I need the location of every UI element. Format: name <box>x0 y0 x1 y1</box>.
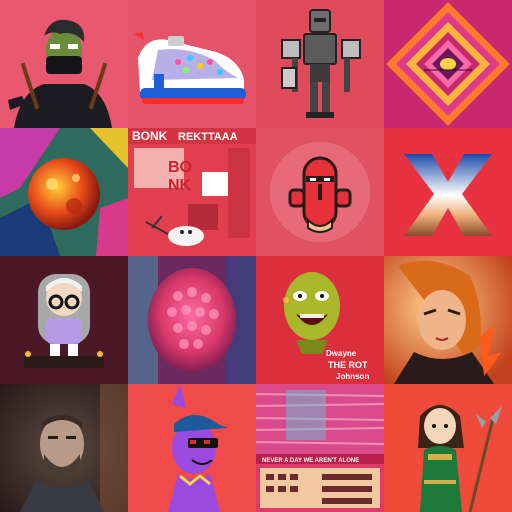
bonk-big-text-1: BO <box>168 159 192 176</box>
ninja-artwork <box>0 0 128 128</box>
gallery-tile-zombie[interactable]: Dwayne THE ROT Johnson <box>256 256 384 384</box>
gallery-tile-warrior[interactable] <box>384 384 512 512</box>
glitch-banner-text: NEVER A DAY WE AREN'T ALONE <box>262 458 359 464</box>
diamond-artwork <box>384 0 512 128</box>
bonk-big-text-2: NK <box>168 177 192 194</box>
zombie-caption-line2: THE ROT <box>328 360 368 370</box>
gallery-tile-diamond[interactable] <box>384 0 512 128</box>
gallery-tile-blob[interactable] <box>128 256 256 384</box>
gallery-tile-x-logo[interactable] <box>384 128 512 256</box>
sneaker-artwork <box>128 0 256 128</box>
gallery-tile-nerd[interactable] <box>0 256 128 384</box>
gallery-tile-creature[interactable] <box>128 384 256 512</box>
bonk-title-left: BONK <box>132 129 168 143</box>
blob-artwork <box>128 256 256 384</box>
gallery-tile-anime-girl[interactable] <box>384 256 512 384</box>
gallery-tile-glitch[interactable]: NEVER A DAY WE AREN'T ALONE <box>256 384 384 512</box>
bonk-artwork: BONK REKTTAAA BO NK <box>128 128 256 256</box>
zombie-caption-line3: Johnson <box>336 372 369 381</box>
robot-artwork <box>256 0 384 128</box>
nft-gallery-grid: BONK REKTTAAA BO NK Dwayne THE ROT Johns… <box>0 0 512 512</box>
warrior-artwork <box>384 384 512 512</box>
gallery-tile-planet[interactable] <box>0 128 128 256</box>
zombie-caption-line1: Dwayne <box>326 349 357 358</box>
x-logo-artwork <box>384 128 512 256</box>
portrait-artwork <box>0 384 128 512</box>
creature-artwork <box>128 384 256 512</box>
glitch-artwork: NEVER A DAY WE AREN'T ALONE <box>256 384 384 512</box>
gallery-tile-ninja[interactable] <box>0 0 128 128</box>
bonk-title-right: REKTTAAA <box>178 131 238 143</box>
gallery-tile-robot[interactable] <box>256 0 384 128</box>
gallery-tile-bonk[interactable]: BONK REKTTAAA BO NK <box>128 128 256 256</box>
anime-girl-artwork <box>384 256 512 384</box>
gallery-tile-totem[interactable] <box>256 128 384 256</box>
gallery-tile-portrait[interactable] <box>0 384 128 512</box>
nerd-artwork <box>0 256 128 384</box>
planet-artwork <box>0 128 128 256</box>
totem-artwork <box>256 128 384 256</box>
zombie-artwork: Dwayne THE ROT Johnson <box>256 256 384 384</box>
gallery-tile-sneaker[interactable] <box>128 0 256 128</box>
